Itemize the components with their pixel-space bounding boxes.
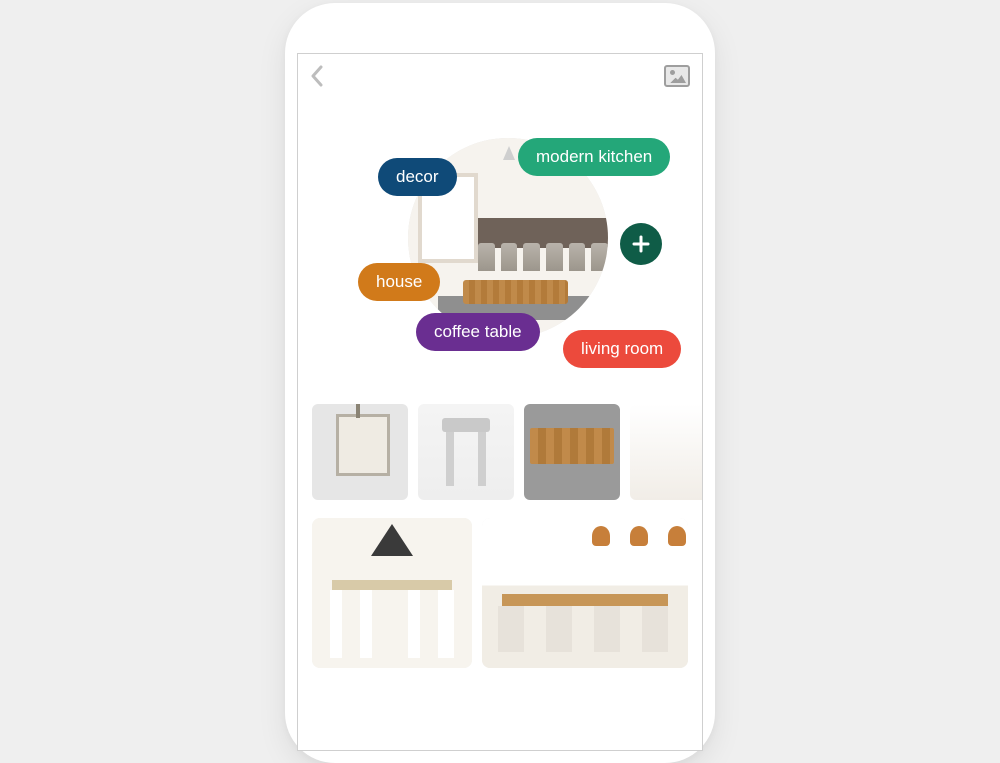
visual-search-hero: decor modern kitchen house coffee table livi…	[298, 108, 702, 368]
pendant-light-thumb[interactable]	[312, 404, 408, 500]
long-dining-hall-card[interactable]	[482, 518, 688, 668]
related-thumbnails-row[interactable]	[298, 404, 702, 500]
tag-living-room[interactable]: living room	[563, 330, 681, 368]
wood-table-thumb[interactable]	[524, 404, 620, 500]
app-screen: decor modern kitchen house coffee table livi…	[297, 53, 703, 751]
partial-thumb[interactable]	[630, 404, 702, 500]
back-button[interactable]	[310, 65, 324, 87]
image-picker-icon[interactable]	[664, 65, 690, 87]
top-bar	[298, 54, 702, 98]
phone-frame: decor modern kitchen house coffee table livi…	[285, 3, 715, 763]
bar-stool-thumb[interactable]	[418, 404, 514, 500]
chevron-left-icon	[310, 65, 324, 87]
tag-decor[interactable]: decor	[378, 158, 457, 196]
results-grid	[298, 500, 702, 668]
tag-coffee-table[interactable]: coffee table	[416, 313, 540, 351]
tag-house[interactable]: house	[358, 263, 440, 301]
tag-modern-kitchen[interactable]: modern kitchen	[518, 138, 670, 176]
add-tag-button[interactable]	[620, 223, 662, 265]
dining-set-white-card[interactable]	[312, 518, 472, 668]
plus-icon	[631, 234, 651, 254]
